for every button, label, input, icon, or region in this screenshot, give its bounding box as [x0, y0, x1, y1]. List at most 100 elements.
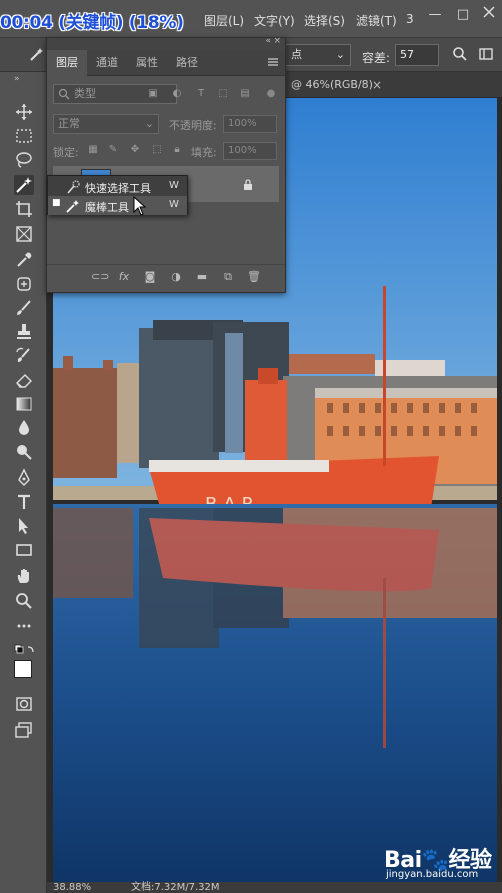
hamburger-icon[interactable] — [267, 56, 279, 68]
document-size-readout: 文档:7.32M/7.32M — [131, 882, 220, 893]
collapse-panel-icon[interactable]: « — [265, 36, 271, 46]
chevron-down-icon: ⌄ — [144, 117, 154, 130]
quick-selection-shortcut: W — [169, 180, 179, 191]
selection-tool-flyout: 快速选择工具 W ■ 魔棒工具 W — [47, 175, 188, 215]
tab-channels[interactable]: 通道 — [87, 50, 127, 76]
shape-filter-icon[interactable]: ⬚ — [217, 88, 229, 100]
adjustment-filter-icon[interactable]: ◐ — [171, 88, 183, 100]
screen-mode-icon[interactable] — [14, 720, 34, 740]
panel-header-bar[interactable]: « × — [47, 36, 285, 50]
move-tool-icon[interactable] — [14, 102, 34, 122]
blur-tool-icon[interactable] — [14, 418, 34, 438]
quick-mask-icon[interactable] — [14, 694, 34, 714]
menu-bar: 图层(L) 文字(Y) 选择(S) 滤镜(T) 3 — □ 00:04 (关键帧… — [0, 0, 502, 38]
fill-label: 填充: — [191, 146, 217, 159]
opacity-input[interactable]: 100% — [223, 115, 277, 133]
type-tool-icon[interactable] — [14, 492, 34, 512]
marquee-tool-icon[interactable] — [14, 126, 34, 146]
hand-tool-icon[interactable] — [14, 566, 34, 586]
magic-wand-shortcut: W — [169, 199, 179, 210]
layer-lock-icon — [243, 179, 255, 191]
lock-all-icon[interactable]: 🔒︎ — [171, 144, 183, 156]
folder-icon[interactable]: ▬ — [195, 270, 209, 284]
trash-icon[interactable]: 🗑︎ — [247, 270, 261, 284]
rectangle-tool-icon[interactable] — [14, 540, 34, 560]
pen-tool-icon[interactable] — [14, 468, 34, 488]
mask-icon[interactable]: ◙ — [143, 270, 157, 284]
photoshop-window: 图层(L) 文字(Y) 选择(S) 滤镜(T) 3 — □ 00:04 (关键帧… — [0, 0, 502, 893]
menu-select[interactable]: 选择(S) — [304, 12, 345, 29]
search-icon[interactable] — [451, 46, 469, 64]
watermark-url: jingyan.baidu.com — [386, 869, 479, 880]
zoom-tool-icon[interactable] — [14, 591, 34, 611]
brush-tool-icon[interactable] — [14, 298, 34, 318]
sample-size-select[interactable]: 点 ⌄ — [285, 44, 351, 66]
pixel-filter-icon[interactable]: ▣ — [147, 88, 159, 100]
quick-selection-label: 快速选择工具 — [85, 182, 151, 195]
workspace-icon[interactable] — [477, 46, 495, 64]
lock-label: 锁定: — [53, 146, 79, 159]
new-layer-icon[interactable]: ⧉ — [221, 270, 235, 284]
lock-transparent-icon[interactable]: ▦ — [87, 144, 99, 156]
opacity-label: 不透明度: — [169, 119, 217, 132]
filter-toggle-icon[interactable]: ● — [265, 88, 277, 100]
more-tools-icon[interactable] — [14, 616, 34, 636]
eyedropper-tool-icon[interactable] — [14, 250, 34, 270]
menu-type[interactable]: 文字(Y) — [254, 12, 295, 29]
tab-paths[interactable]: 路径 — [167, 50, 207, 76]
baidu-watermark: Bai🐾经验 jingyan.baidu.com — [384, 842, 494, 882]
quick-selection-icon — [65, 179, 81, 195]
filter-type-label: 类型 — [74, 87, 96, 100]
tolerance-label: 容差: — [362, 51, 391, 65]
tools-panel: » — [0, 72, 47, 893]
magic-wand-preset-icon[interactable] — [28, 46, 46, 64]
sample-size-value: 点 — [291, 48, 302, 61]
magic-wand-icon — [65, 198, 81, 214]
lasso-tool-icon[interactable] — [14, 150, 34, 170]
eraser-tool-icon[interactable] — [14, 370, 34, 390]
lock-position-icon[interactable]: ✥ — [129, 144, 141, 156]
clone-stamp-tool-icon[interactable] — [14, 322, 34, 342]
crop-tool-icon[interactable] — [14, 199, 34, 219]
magic-wand-tool-icon[interactable] — [14, 175, 34, 195]
magic-wand-tool-item[interactable]: ■ 魔棒工具 W — [48, 196, 187, 215]
document-tab[interactable]: @ 46%(RGB/8) — [285, 72, 379, 98]
frame-tool-icon[interactable] — [14, 224, 34, 244]
chevron-down-icon: ⌄ — [335, 48, 345, 61]
close-window-button[interactable] — [480, 6, 498, 24]
tolerance-input[interactable]: 57 — [395, 44, 439, 66]
collapse-toolbar-icon[interactable]: » — [14, 74, 20, 84]
healing-brush-tool-icon[interactable] — [14, 274, 34, 294]
magic-wand-label: 魔棒工具 — [85, 201, 129, 214]
swap-colors-icon[interactable] — [14, 644, 36, 658]
close-panel-icon[interactable]: × — [273, 36, 281, 46]
adjustment-icon[interactable]: ◑ — [169, 270, 183, 284]
gradient-tool-icon[interactable] — [14, 394, 34, 414]
path-selection-tool-icon[interactable] — [14, 516, 34, 536]
blend-mode-select[interactable]: 正常 ⌄ — [53, 114, 159, 134]
type-filter-icon[interactable]: T — [195, 88, 207, 100]
link-icon[interactable]: ⊂⊃ — [91, 270, 109, 284]
mouse-pointer-icon — [133, 195, 147, 216]
close-tab-icon[interactable]: × — [372, 72, 382, 98]
tab-properties[interactable]: 属性 — [127, 50, 167, 76]
tab-layers[interactable]: 图层 — [47, 50, 87, 76]
minimize-button[interactable]: — — [426, 6, 444, 24]
fill-input[interactable]: 100% — [223, 142, 277, 160]
lock-image-icon[interactable]: ✎ — [107, 144, 119, 156]
lock-artboard-icon[interactable]: ⬚ — [151, 144, 163, 156]
color-swatches[interactable] — [14, 660, 42, 688]
quick-selection-tool-item[interactable]: 快速选择工具 W — [48, 177, 187, 196]
zoom-readout[interactable]: 38.88% — [53, 882, 91, 893]
foreground-color[interactable] — [14, 660, 32, 678]
menu-filter[interactable]: 滤镜(T) — [356, 12, 397, 29]
status-bar: 38.88% 文档:7.32M/7.32M — [47, 882, 502, 893]
menu-3d[interactable]: 3 — [406, 12, 414, 26]
history-brush-tool-icon[interactable] — [14, 346, 34, 366]
menu-layer[interactable]: 图层(L) — [204, 12, 244, 29]
dodge-tool-icon[interactable] — [14, 442, 34, 462]
smart-object-filter-icon[interactable]: ▤ — [239, 88, 251, 100]
fx-icon[interactable]: fx — [117, 270, 131, 284]
selected-indicator: ■ — [52, 198, 61, 208]
maximize-button[interactable]: □ — [454, 6, 472, 24]
